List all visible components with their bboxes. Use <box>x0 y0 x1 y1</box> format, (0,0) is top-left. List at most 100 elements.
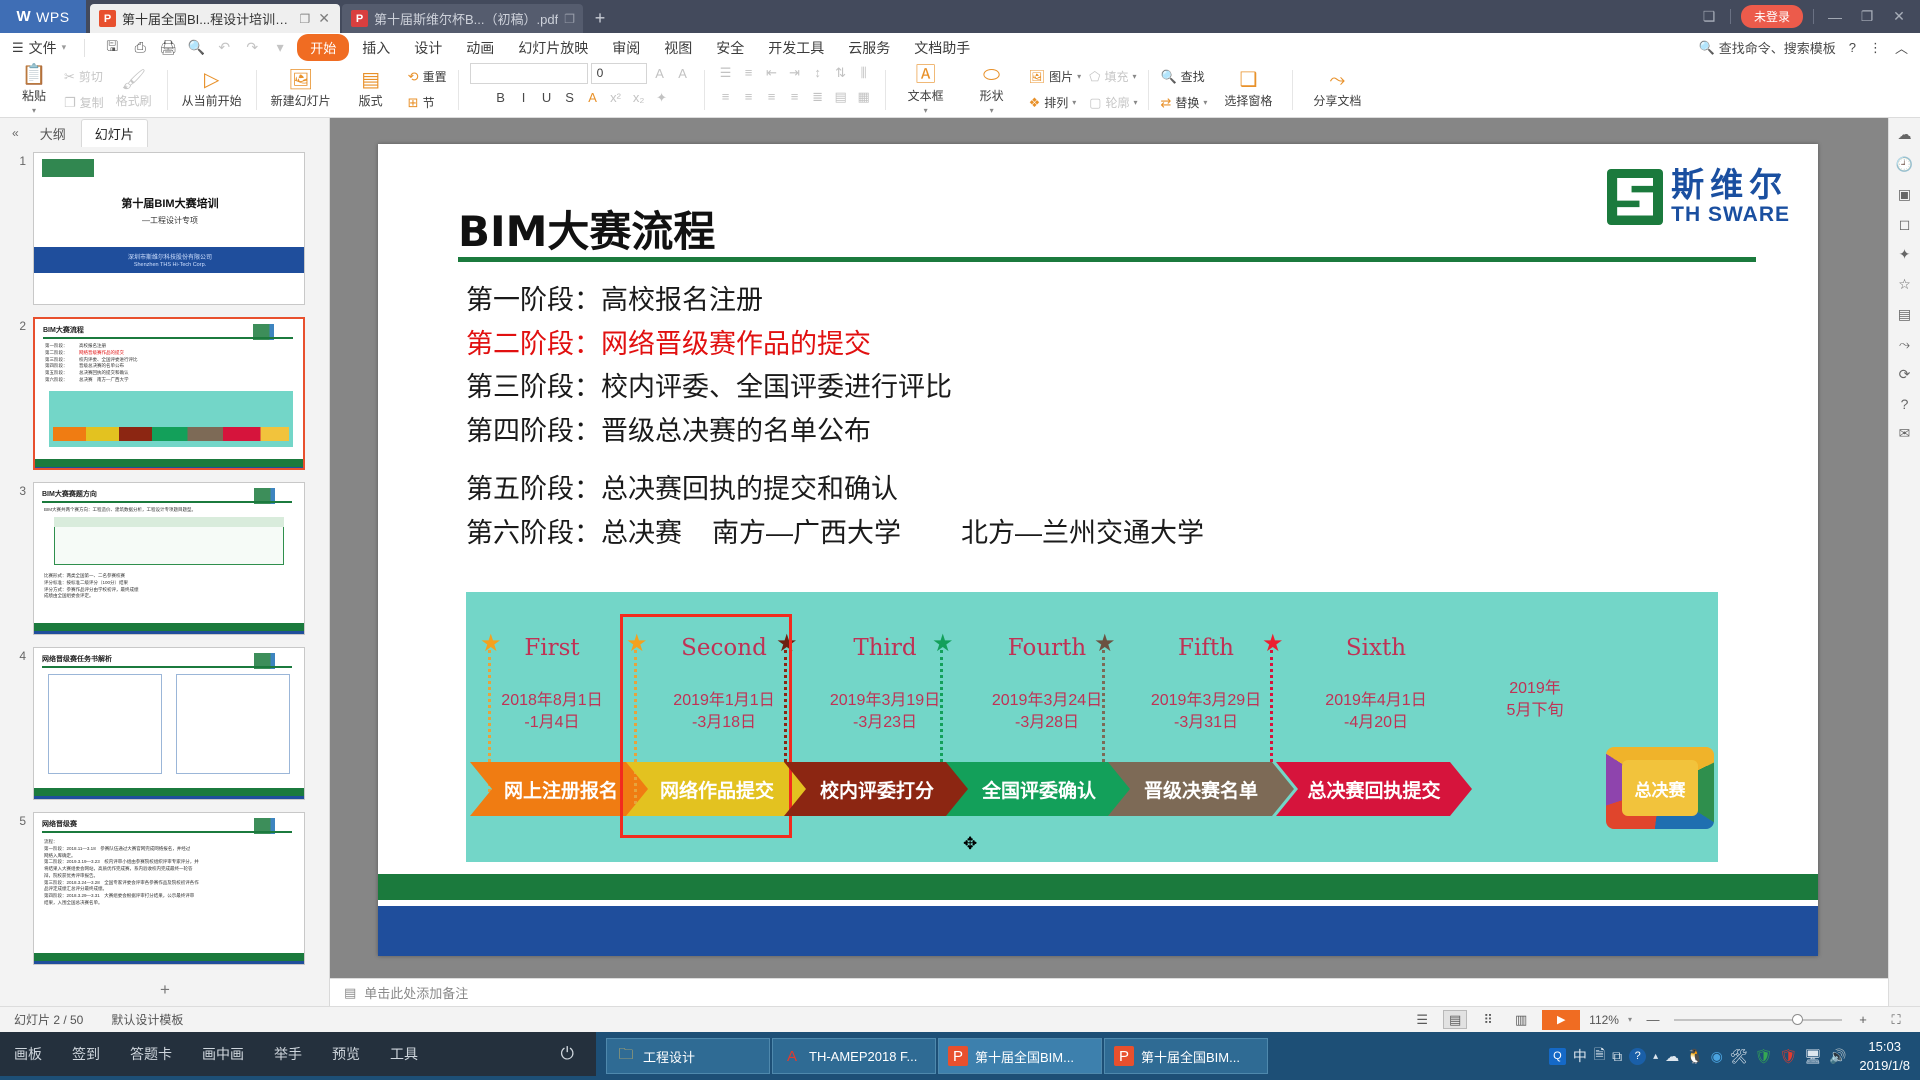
feedback-icon[interactable]: ✉ <box>1899 425 1911 442</box>
reading-view-button[interactable]: ▥ <box>1509 1010 1533 1029</box>
outline-button[interactable]: ▢ 轮廓 ▾ <box>1085 91 1141 114</box>
shapes-button[interactable]: ⬭ 形状 ▾ <box>959 64 1025 116</box>
doc-icon[interactable]: 🗎 <box>1594 1044 1605 1068</box>
backup-icon[interactable]: ⟳ <box>1899 366 1911 383</box>
tab-doc-assistant[interactable]: 文档助手 <box>903 35 981 61</box>
tab-animation[interactable]: 动画 <box>455 35 505 61</box>
tab-review[interactable]: 审阅 <box>601 35 651 61</box>
close-button[interactable]: ✕ <box>1888 8 1910 25</box>
increase-indent-icon[interactable]: ⇥ <box>785 63 805 83</box>
decrease-indent-icon[interactable]: ⇤ <box>762 63 782 83</box>
text-direction-icon[interactable]: ⇅ <box>831 63 851 83</box>
taskbar-window-4[interactable]: P 第十届全国BIM... <box>1104 1038 1268 1074</box>
history-icon[interactable]: 🕘 <box>1896 156 1913 173</box>
minimize-button[interactable]: — <box>1824 9 1846 25</box>
print-preview-icon[interactable]: ⎙ <box>127 37 153 59</box>
selection-pane-button[interactable]: ❑ 选择窗格 <box>1211 64 1285 116</box>
share-tray-icon[interactable]: ⧉ <box>1612 1048 1622 1065</box>
shape-pane-icon[interactable]: ◻ <box>1899 216 1911 233</box>
align-vertical-icon[interactable]: ▤ <box>831 87 851 107</box>
clear-format-button[interactable]: ✦ <box>652 88 672 108</box>
timeline-stage-7[interactable]: 2019年 5月下旬 <box>1470 592 1600 862</box>
slide-thumbnail-5[interactable]: 网络晋级赛 流程： 第一阶段：2018.11—3.18 参赛队伍通过大赛官网完成网… <box>33 812 305 965</box>
toolbar-item-signin[interactable]: 签到 <box>72 1044 100 1064</box>
document-tab-1[interactable]: P 第十届全国BI...程设计培训课件 ❐ ✕ <box>90 4 340 33</box>
security-icon[interactable]: 🛡 <box>1779 1048 1797 1065</box>
cloud-sync-icon[interactable]: ☁ <box>1898 126 1912 143</box>
penguin-icon[interactable]: 🐧 <box>1686 1048 1703 1065</box>
speaker-notes-area[interactable]: ▤ 单击此处添加备注 <box>330 978 1888 1006</box>
line-spacing-icon[interactable]: ↕ <box>808 63 828 83</box>
layout-button[interactable]: ▤ 版式 <box>338 64 404 116</box>
normal-view-button[interactable]: ▤ <box>1443 1010 1468 1029</box>
timeline-stage-6[interactable]: Sixth 2019年4月1日 -4月20日 <box>1284 592 1468 862</box>
tab-restore-icon-2[interactable]: ❐ <box>564 12 575 26</box>
tab-developer[interactable]: 开发工具 <box>757 35 835 61</box>
chevron-down-icon[interactable]: ▾ <box>1628 1015 1632 1024</box>
distribute-icon[interactable]: ≣ <box>808 87 828 107</box>
resources-icon[interactable]: ▤ <box>1898 306 1911 323</box>
tab-restore-icon[interactable]: ❐ <box>300 12 311 26</box>
justify-icon[interactable]: ≡ <box>785 87 805 107</box>
align-left-icon[interactable]: ≡ <box>716 87 736 107</box>
strikethrough-button[interactable]: S <box>560 88 580 108</box>
slide-thumbnail-2[interactable]: BIM大赛流程 第一阶段： 第二阶段： 第三阶段： 第四阶段： 第五阶段： 第六阶段： 高… <box>33 317 305 470</box>
tab-insert[interactable]: 插入 <box>351 35 401 61</box>
zoom-slider-knob[interactable] <box>1792 1013 1803 1025</box>
redo-icon[interactable]: ↷ <box>239 37 265 59</box>
device-icon[interactable]: 🖥 <box>1804 1048 1822 1065</box>
text-shadow-button[interactable]: A <box>583 88 603 108</box>
share-document-button[interactable]: ⤳ 分享文档 <box>1300 64 1374 116</box>
section-button[interactable]: ⊞ 节 <box>404 91 451 114</box>
stage-6-chevron[interactable]: 总决赛回执提交 <box>1276 762 1472 816</box>
slide-thumbnail-4[interactable]: 网络晋级赛任务书解析 <box>33 647 305 800</box>
collapse-ribbon-icon[interactable]: ︿ <box>1895 38 1908 57</box>
save-icon[interactable]: 🖫 <box>99 37 125 59</box>
align-right-icon[interactable]: ≡ <box>762 87 782 107</box>
columns-icon[interactable]: ⫼ <box>854 63 874 83</box>
tab-outline[interactable]: 大纲 <box>27 120 79 147</box>
zoom-slider[interactable] <box>1674 1013 1842 1025</box>
slide-editing-surface[interactable]: 斯维尔 TH SWARE BIM大赛流程 第一阶段：高校报名注册 第二阶段：网络… <box>378 144 1818 956</box>
fit-to-window-button[interactable]: ⛶ <box>1884 1010 1908 1029</box>
power-icon[interactable]: ⏻ <box>561 1044 574 1064</box>
stage-3-chevron[interactable]: 校内评委打分 <box>784 762 970 816</box>
slide-thumbnail-item[interactable]: 3 BIM大赛赛题方向 BIM大赛共两个赛方向：工程造价、建筑数据分析，工程设计… <box>12 482 330 635</box>
font-size-input[interactable]: 0 <box>590 62 647 84</box>
subscript-button[interactable]: x₂ <box>629 88 649 108</box>
zoom-out-button[interactable]: — <box>1641 1010 1665 1029</box>
tool-tray-icon[interactable]: 🛠 <box>1730 1048 1748 1065</box>
toolbar-item-answercard[interactable]: 答题卡 <box>130 1044 172 1064</box>
bullets-icon[interactable]: ☰ <box>716 63 736 83</box>
numbering-icon[interactable]: ≡ <box>739 63 759 83</box>
stage-2-chevron[interactable]: 网络作品提交 <box>626 762 808 816</box>
share-rail-icon[interactable]: ⤳ <box>1899 336 1910 353</box>
slide-thumbnail-item[interactable]: 1 第十届BIM大赛培训 —工程设计专项 深圳市斯维尔科技股份有限公司 Shen… <box>12 152 330 305</box>
cut-button[interactable]: ✂ 剪切 <box>60 65 108 88</box>
zoom-level-label[interactable]: 112% <box>1589 1013 1619 1027</box>
tab-view[interactable]: 视图 <box>653 35 703 61</box>
design-ideas-icon[interactable]: ✦ <box>1899 246 1911 263</box>
slide-thumbnail-item[interactable]: 5 网络晋级赛 流程： 第一阶段：2018.11—3.18 参赛队伍通过大赛官网完… <box>12 812 330 965</box>
collapse-panel-icon[interactable]: « <box>6 126 25 140</box>
help-rail-icon[interactable]: ? <box>1901 396 1909 412</box>
clock[interactable]: 15:03 2019/1/8 <box>1853 1037 1910 1076</box>
align-center-icon[interactable]: ≡ <box>739 87 759 107</box>
more-options-icon[interactable]: ⋮ <box>1869 40 1882 56</box>
toolbar-item-board[interactable]: 画板 <box>14 1044 42 1064</box>
taskbar-window-3[interactable]: P 第十届全国BIM... <box>938 1038 1102 1074</box>
copy-button[interactable]: ❐ 复制 <box>60 91 108 114</box>
document-tab-2[interactable]: P 第十届斯维尔杯B...（初稿）.pdf ❐ <box>342 4 583 33</box>
toolbar-item-tools[interactable]: 工具 <box>390 1044 418 1064</box>
slide-thumbnail-3[interactable]: BIM大赛赛题方向 BIM大赛共两个赛方向：工程造价、建筑数据分析，工程设计专项… <box>33 482 305 635</box>
final-stage-badge[interactable]: 总决赛 <box>1606 747 1714 829</box>
slide-body-text[interactable]: 第一阶段：高校报名注册 第二阶段：网络晋级赛作品的提交 第三阶段：校内评委、全国… <box>466 279 1706 555</box>
slide-sorter-view-button[interactable]: ⠿ <box>1476 1010 1500 1029</box>
smartart-icon[interactable]: ▦ <box>854 87 874 107</box>
reset-button[interactable]: ⟲ 重置 <box>404 65 451 88</box>
tab-start[interactable]: 开始 <box>297 34 350 61</box>
new-tab-button[interactable]: + <box>583 4 617 33</box>
find-button[interactable]: 🔍 查找 <box>1156 65 1211 88</box>
start-slideshow-button[interactable]: ▶ <box>1542 1009 1581 1030</box>
dual-screen-icon[interactable]: ❏ <box>1698 8 1720 25</box>
